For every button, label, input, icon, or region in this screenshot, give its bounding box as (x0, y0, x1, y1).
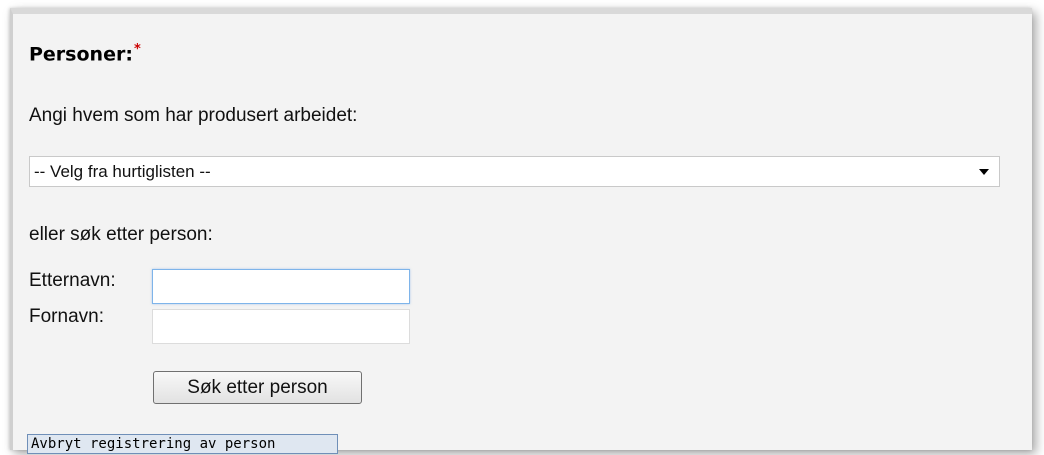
required-marker: * (133, 42, 141, 57)
first-name-input[interactable] (152, 309, 410, 344)
last-name-label: Etternavn: (29, 270, 116, 291)
first-name-label: Fornavn: (29, 306, 104, 327)
instruction-text: Angi hvem som har produsert arbeidet: (29, 105, 358, 126)
chevron-down-icon[interactable] (979, 169, 989, 175)
section-title: Personer:* (29, 42, 141, 65)
last-name-input[interactable] (152, 269, 410, 304)
title-text: Personer: (29, 43, 133, 66)
quicklist-selected-value: -- Velg fra hurtiglisten -- (34, 162, 211, 181)
person-registration-panel: Personer:* Angi hvem som har produsert a… (10, 8, 1032, 454)
search-prompt: eller søk etter person: (29, 224, 213, 245)
search-person-button[interactable]: Søk etter person (153, 371, 362, 404)
cancel-registration-button[interactable]: Avbryt registrering av person (27, 434, 338, 454)
quicklist-select[interactable]: -- Velg fra hurtiglisten -- (29, 156, 1000, 187)
